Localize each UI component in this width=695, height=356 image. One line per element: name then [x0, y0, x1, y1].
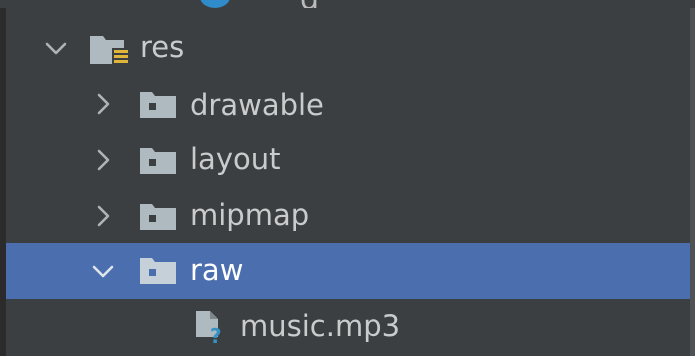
tree-item-music-mp3[interactable]: ? music.mp3: [6, 299, 690, 355]
chevron-right-icon[interactable]: [91, 148, 115, 172]
chevron-right-icon[interactable]: [91, 92, 115, 116]
module-icon: [200, 0, 230, 8]
clipped-row-label: g: [300, 0, 319, 8]
tree-item-mipmap[interactable]: mipmap: [6, 188, 690, 244]
tree-item-label: res: [140, 30, 185, 64]
tree-item-layout[interactable]: layout: [6, 132, 690, 188]
tree-item-label: drawable: [190, 88, 324, 122]
unknown-file-icon: ?: [196, 311, 222, 345]
folder-icon: [140, 258, 176, 284]
tree-item-res[interactable]: res: [6, 20, 690, 76]
chevron-down-icon[interactable]: [44, 36, 68, 60]
chevron-right-icon[interactable]: [91, 204, 115, 228]
resource-folder-icon: [90, 36, 130, 66]
tree-item-label: layout: [190, 142, 281, 176]
svg-text:?: ?: [210, 324, 222, 345]
tree-item-raw[interactable]: raw: [6, 243, 690, 299]
folder-icon: [140, 92, 176, 118]
tree-item-label: raw: [190, 253, 244, 287]
project-tool-window: g res drawable: [0, 0, 695, 356]
folder-icon: [140, 148, 176, 174]
chevron-down-icon[interactable]: [91, 259, 115, 283]
tree-item-label: mipmap: [190, 198, 310, 232]
folder-icon: [140, 204, 176, 230]
clipped-tree-row[interactable]: g: [0, 0, 695, 8]
tree-item-label: music.mp3: [240, 309, 401, 343]
scrollbar-track[interactable]: [690, 0, 695, 356]
tree-item-drawable[interactable]: drawable: [6, 76, 690, 132]
